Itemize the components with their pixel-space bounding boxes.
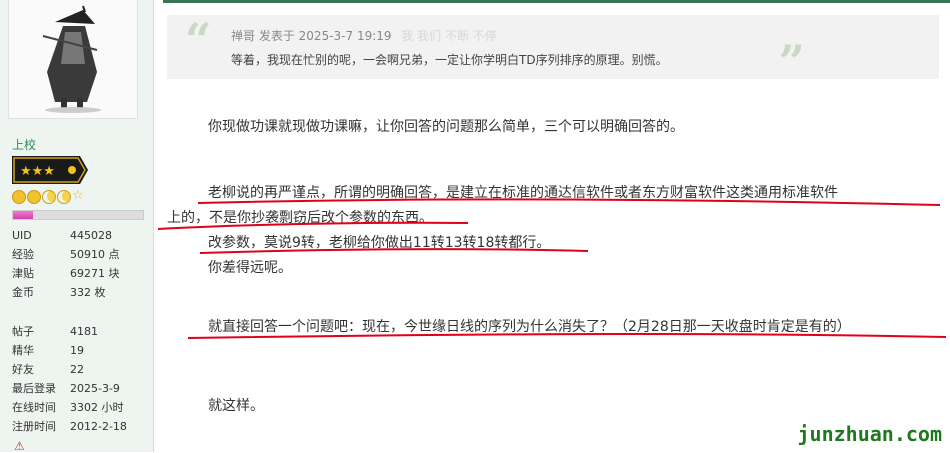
post-paragraph-1: 你现做功课就现做功课嘛，让你回答的问题那么简单，三个可以明确回答的。 (208, 119, 684, 135)
post-header-bar (163, 0, 950, 3)
avatar[interactable] (8, 0, 138, 119)
post-paragraph-3: 就直接回答一个问题吧：现在，今世缘日线的序列为什么消失了？（2月28日那一天收盘… (208, 319, 851, 335)
quote-posted-time: 发表于 2025-3-7 19:19 (258, 29, 392, 43)
svg-text:★★★: ★★★ (20, 164, 55, 179)
stat-register-date: 注册时间 2012-2-18 (12, 417, 127, 436)
stat-value: 2025-3-9 (70, 382, 120, 395)
stat-label: 经验 (12, 248, 34, 261)
stat-experience: 经验 50910 点 (12, 245, 120, 264)
stat-label: 津贴 (12, 267, 34, 280)
quote-meta: 禅哥 发表于 2025-3-7 19:19 我 我们 不断 不停 (231, 27, 497, 44)
warning-icon[interactable]: ⚠ (14, 440, 30, 452)
stat-value[interactable]: 445028 (70, 226, 112, 245)
moon-medal-icon (42, 190, 56, 204)
post-paragraph-4: 就这样。 (208, 398, 264, 414)
stat-label: 精华 (12, 344, 34, 357)
stat-friends: 好友 22 (12, 360, 127, 379)
stat-value: 3302 小时 (70, 401, 124, 414)
quote-block: “ 禅哥 发表于 2025-3-7 19:19 我 我们 不断 不停 等着，我现… (167, 13, 939, 85)
star-medal-icon: ☆ (72, 188, 84, 203)
stat-last-login: 最后登录 2025-3-9 (12, 379, 127, 398)
post-paragraph-2-line-4: 你差得远呢。 (208, 260, 292, 276)
stat-value[interactable]: 4181 (70, 322, 98, 341)
stat-value: 50910 点 (70, 248, 120, 261)
user-stats-primary: UID 445028 经验 50910 点 津贴 69271 块 金币 332 枚 (12, 226, 120, 302)
stat-digest: 精华 19 (12, 341, 127, 360)
stat-value: 2012-2-18 (70, 420, 127, 433)
level-progress-fill (13, 211, 33, 219)
site-watermark: junzhuan.com (797, 422, 943, 446)
stat-value[interactable]: 22 (70, 360, 84, 379)
sun-medal-icon (27, 190, 41, 204)
stat-coins: 金币 332 枚 (12, 283, 120, 302)
stat-allowance: 津贴 69271 块 (12, 264, 120, 283)
post-paragraph-2-line-1: 老柳说的再严谨点，所谓的明确回答，是建立在标准的通达信软件或者东方财富软件这类通… (208, 185, 838, 201)
stat-online-time: 在线时间 3302 小时 (12, 398, 127, 417)
rank-title: 上校 (12, 138, 37, 152)
stat-label: 好友 (12, 363, 34, 376)
user-stats-secondary: 帖子 4181 精华 19 好友 22 最后登录 2025-3-9 在线时间 3302 小… (12, 322, 127, 436)
quote-ghost-text: 我 我们 不断 不停 (401, 29, 497, 43)
open-quote-icon: “ (185, 13, 212, 67)
medal-icons: ☆ (12, 188, 86, 204)
stat-label: 在线时间 (12, 401, 56, 414)
stat-label: 注册时间 (12, 420, 56, 433)
post-paragraph-2-line-2: 上的，不是你抄袭剽窃后改个参数的东西。 (167, 210, 433, 226)
moon-medal-icon (57, 190, 71, 204)
stat-posts: 帖子 4181 (12, 322, 127, 341)
stat-label: UID (12, 229, 32, 242)
avatar-image (42, 5, 101, 113)
user-profile-sidebar: 上校 ★★★ ☆ UID 445028 经验 50910 点 津贴 69271 块 金… (0, 0, 154, 452)
quote-text: 等着，我现在忙别的呢，一会啊兄弟，一定让你学明白TD序列排序的原理。别慌。 (231, 53, 668, 67)
stat-value[interactable]: 19 (70, 341, 84, 360)
rank-badge-icon: ★★★ (12, 156, 88, 184)
level-progress-bar (12, 210, 144, 220)
stat-label: 金币 (12, 286, 34, 299)
quote-author[interactable]: 禅哥 (231, 29, 255, 43)
stat-uid: UID 445028 (12, 226, 120, 245)
close-quote-icon: ” (778, 35, 805, 89)
stat-value: 69271 块 (70, 267, 120, 280)
stat-value: 332 枚 (70, 286, 106, 299)
stat-label: 帖子 (12, 325, 34, 338)
post-paragraph-2-line-3: 改参数，莫说9转，老柳给你做出11转13转18转都行。 (208, 235, 551, 251)
stat-label: 最后登录 (12, 382, 56, 395)
sun-medal-icon (12, 190, 26, 204)
